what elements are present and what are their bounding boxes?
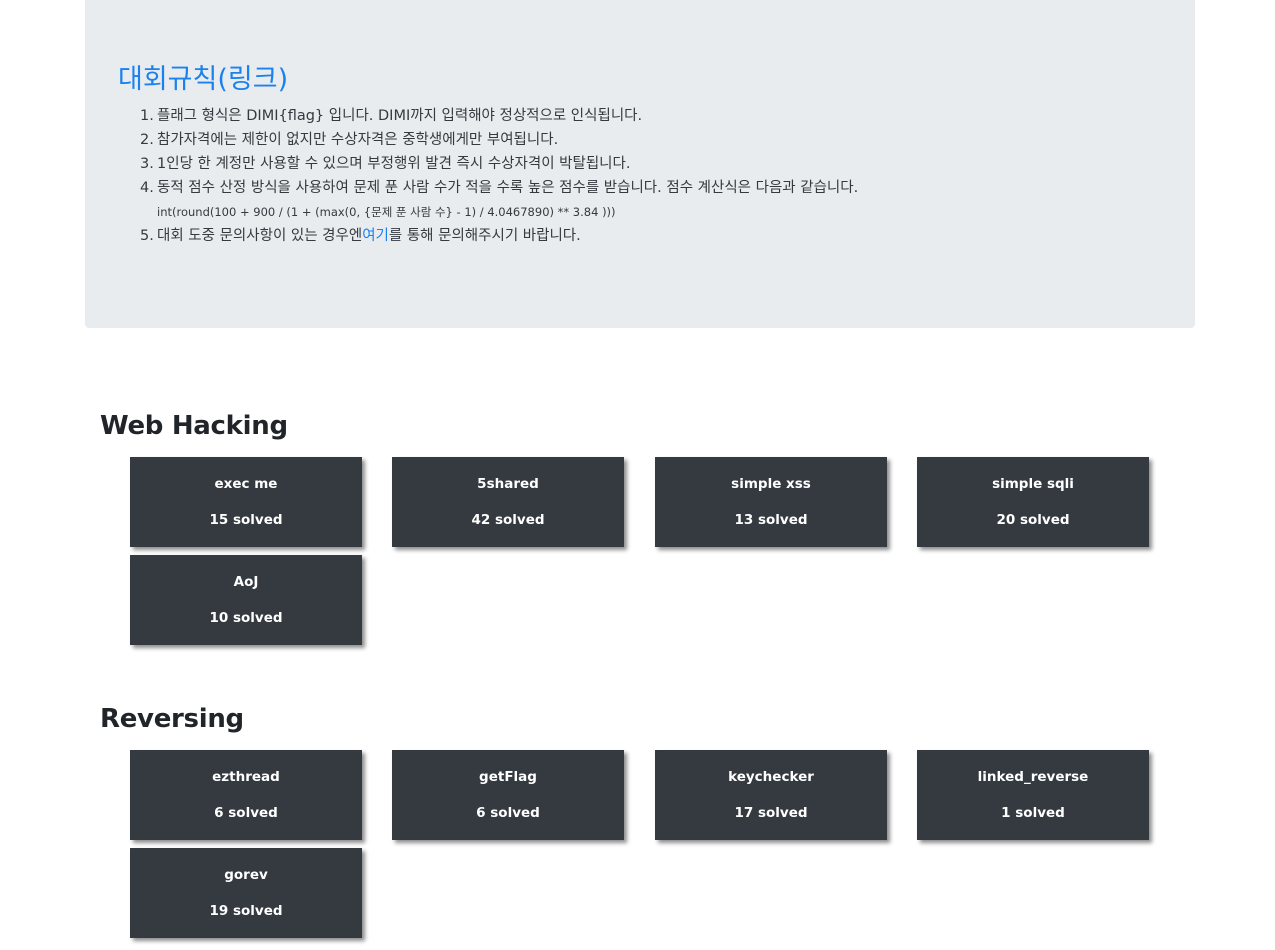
challenge-name: simple sqli [992,476,1074,492]
challenge-name: linked_reverse [977,769,1089,785]
challenge-card-gorev[interactable]: gorev 19 solved [130,848,362,938]
challenge-solved-count: 6 solved [476,805,540,821]
challenge-name: getFlag [479,769,537,785]
rule-text: 플래그 형식은 DIMI{flag} 입니다. DIMI까지 입력해야 정상적으… [157,108,643,124]
rules-title-link[interactable]: 대회규칙(링크) [118,58,288,102]
rules-list: 1. 플래그 형식은 DIMI{flag} 입니다. DIMI까지 입력해야 정상… [140,104,858,248]
category-title-reversing: Reversing [100,704,244,734]
challenge-card-linked-reverse[interactable]: linked_reverse 1 solved [917,750,1149,840]
rule-text: 동적 점수 산정 방식을 사용하여 문제 푼 사람 수가 적을 수록 높은 점수… [157,180,859,196]
challenge-solved-count: 1 solved [1001,805,1065,821]
challenge-name: exec me [214,476,278,492]
rule-item: 3. 1인당 한 계정만 사용할 수 있으며 부정행위 발견 즉시 수상자격이 박… [140,152,858,176]
challenge-name: keychecker [728,769,814,785]
challenge-name: 5shared [477,476,539,492]
challenge-card-exec-me[interactable]: exec me 15 solved [130,457,362,547]
challenge-card-aoj[interactable]: AoJ 10 solved [130,555,362,645]
rule-text: 1인당 한 계정만 사용할 수 있으며 부정행위 발견 즉시 수상자격이 박탈됩… [157,156,631,172]
challenge-name: AoJ [233,574,259,590]
challenge-card-5shared[interactable]: 5shared 42 solved [392,457,624,547]
rule-number: 3. [140,156,154,172]
challenge-card-ezthread[interactable]: ezthread 6 solved [130,750,362,840]
rule-number: 2. [140,132,154,148]
challenge-solved-count: 13 solved [734,512,808,528]
challenge-solved-count: 15 solved [209,512,283,528]
rule-text: 를 통해 문의해주시기 바랍니다. [388,228,581,244]
rule-item: 1. 플래그 형식은 DIMI{flag} 입니다. DIMI까지 입력해야 정상… [140,104,858,128]
challenge-name: simple xss [731,476,811,492]
challenge-card-getflag[interactable]: getFlag 6 solved [392,750,624,840]
challenge-solved-count: 42 solved [471,512,545,528]
challenge-name: gorev [224,867,268,883]
rule-item: 4. 동적 점수 산정 방식을 사용하여 문제 푼 사람 수가 적을 수록 높은 … [140,176,858,200]
challenge-card-simple-xss[interactable]: simple xss 13 solved [655,457,887,547]
rule-number: 1. [140,108,154,124]
challenge-solved-count: 6 solved [214,805,278,821]
challenge-name: ezthread [212,769,280,785]
challenge-solved-count: 17 solved [734,805,808,821]
rule-item: 2. 참가자격에는 제한이 없지만 수상자격은 중학생에게만 부여됩니다. [140,128,858,152]
rule-text: 참가자격에는 제한이 없지만 수상자격은 중학생에게만 부여됩니다. [157,132,559,148]
rule-number: 4. [140,180,154,196]
challenge-solved-count: 20 solved [996,512,1070,528]
contact-link[interactable]: 여기 [362,228,389,244]
challenge-solved-count: 10 solved [209,610,283,626]
rule-text: 대회 도중 문의사항이 있는 경우엔 [157,228,363,244]
challenge-card-keychecker[interactable]: keychecker 17 solved [655,750,887,840]
rule-item: 5. 대회 도중 문의사항이 있는 경우엔여기를 통해 문의해주시기 바랍니다. [140,224,858,248]
score-formula: int(round(100 + 900 / (1 + (max(0, {문제 푼… [157,205,616,219]
challenge-solved-count: 19 solved [209,903,283,919]
category-title-web-hacking: Web Hacking [100,411,288,441]
challenge-card-simple-sqli[interactable]: simple sqli 20 solved [917,457,1149,547]
rule-number: 5. [140,228,154,244]
